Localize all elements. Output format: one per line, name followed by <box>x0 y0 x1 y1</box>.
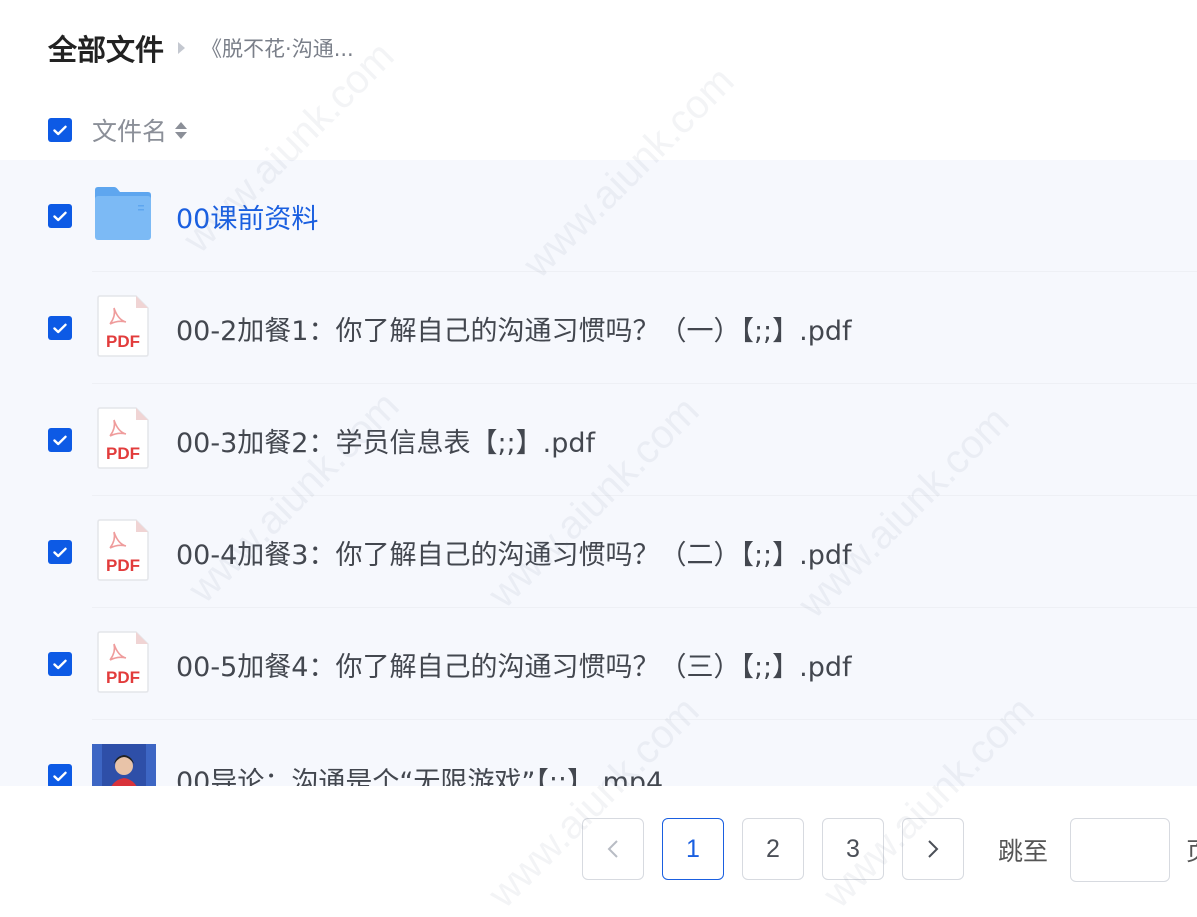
svg-text:PDF: PDF <box>106 444 140 463</box>
file-name[interactable]: 00-5加餐4：你了解自己的沟通习惯吗？（三）【;;】.pdf <box>176 645 852 684</box>
breadcrumb-root[interactable]: 全部文件 <box>48 27 164 69</box>
pdf-icon: PDF <box>92 630 154 698</box>
checkmark-icon <box>53 771 67 781</box>
page-button-2[interactable]: 2 <box>742 818 804 880</box>
page-button-3[interactable]: 3 <box>822 818 884 880</box>
checkmark-icon <box>53 659 67 669</box>
checkmark-icon <box>53 125 67 135</box>
table-row[interactable]: 00课前资料 <box>0 160 1197 272</box>
checkmark-icon <box>53 323 67 333</box>
svg-text:PDF: PDF <box>106 668 140 687</box>
table-row[interactable]: PDF 00-3加餐2：学员信息表【;;】.pdf <box>0 384 1197 496</box>
row-checkbox[interactable] <box>48 204 72 228</box>
checkmark-icon <box>53 435 67 445</box>
checkmark-icon <box>53 211 67 221</box>
file-name[interactable]: 00导论：沟通是个“无限游戏”【;;】.mp4 <box>176 760 663 786</box>
sort-icon[interactable] <box>175 121 188 139</box>
checkmark-icon <box>53 547 67 557</box>
column-header-filename[interactable]: 文件名 <box>92 112 167 148</box>
row-checkbox[interactable] <box>48 316 72 340</box>
svg-text:PDF: PDF <box>106 556 140 575</box>
pdf-icon: PDF <box>92 406 154 474</box>
table-row[interactable]: PDF 00-5加餐4：你了解自己的沟通习惯吗？（三）【;;】.pdf <box>0 608 1197 720</box>
breadcrumb: 全部文件 《脱不花·沟通... <box>48 28 354 68</box>
row-checkbox[interactable] <box>48 540 72 564</box>
file-name[interactable]: 00-2加餐1：你了解自己的沟通习惯吗？（一）【;;】.pdf <box>176 309 852 348</box>
table-row[interactable]: PDF 00-4加餐3：你了解自己的沟通习惯吗？（二）【;;】.pdf <box>0 496 1197 608</box>
table-row[interactable]: 00导论：沟通是个“无限游戏”【;;】.mp4 <box>0 720 1197 786</box>
chevron-left-icon <box>607 840 618 858</box>
select-all-checkbox[interactable] <box>48 118 72 142</box>
file-name[interactable]: 00-3加餐2：学员信息表【;;】.pdf <box>176 421 595 460</box>
file-list: 00课前资料 PDF 00-2加餐1：你了解自己的沟通习惯吗？（一）【;;】.p… <box>0 160 1197 786</box>
jump-page-input[interactable] <box>1070 818 1170 882</box>
breadcrumb-current: 《脱不花·沟通... <box>201 37 354 61</box>
page-button-1[interactable]: 1 <box>662 818 724 880</box>
pdf-icon: PDF <box>92 518 154 586</box>
folder-icon <box>92 186 154 246</box>
jump-label: 跳至 <box>998 837 1049 866</box>
page-suffix-label: 页 <box>1186 832 1197 868</box>
svg-text:PDF: PDF <box>106 332 140 351</box>
chevron-right-icon <box>928 840 939 858</box>
breadcrumb-separator-icon <box>178 42 186 54</box>
next-page-button[interactable] <box>902 818 964 880</box>
row-checkbox[interactable] <box>48 428 72 452</box>
table-row[interactable]: PDF 00-2加餐1：你了解自己的沟通习惯吗？（一）【;;】.pdf <box>0 272 1197 384</box>
folder-name[interactable]: 00课前资料 <box>176 197 318 236</box>
pdf-icon: PDF <box>92 294 154 362</box>
table-header: 文件名 <box>48 110 188 150</box>
row-checkbox[interactable] <box>48 652 72 676</box>
file-name[interactable]: 00-4加餐3：你了解自己的沟通习惯吗？（二）【;;】.pdf <box>176 533 852 572</box>
prev-page-button[interactable] <box>582 818 644 880</box>
row-checkbox[interactable] <box>48 764 72 786</box>
